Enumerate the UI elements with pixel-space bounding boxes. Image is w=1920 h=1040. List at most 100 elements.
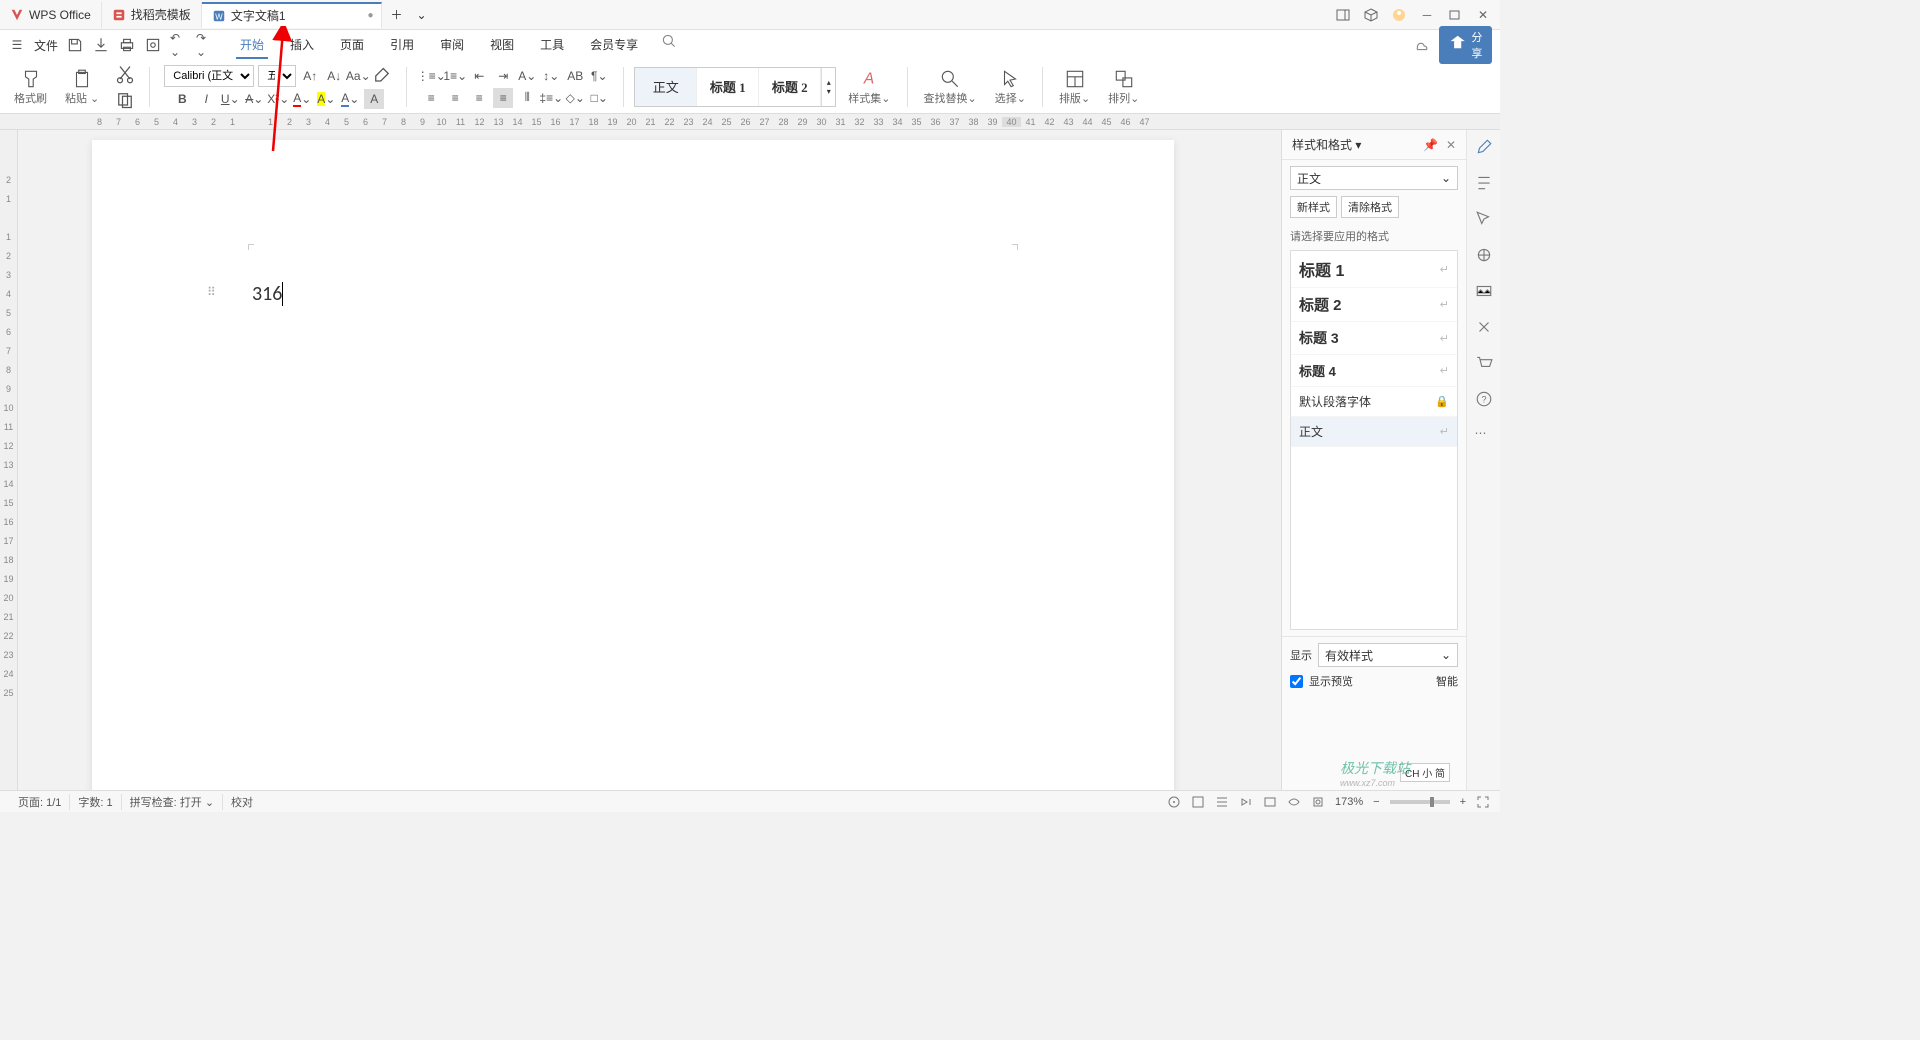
increase-indent-icon[interactable]: ⇥ bbox=[493, 66, 513, 86]
horizontal-ruler[interactable]: 8765432112345678910111213141516171819202… bbox=[0, 114, 1500, 130]
zoom-level[interactable]: 173% bbox=[1335, 796, 1363, 808]
style-h1[interactable]: 标题 1 bbox=[697, 68, 759, 106]
bold-icon[interactable]: B bbox=[172, 89, 192, 109]
minimize-icon[interactable]: ─ bbox=[1420, 8, 1434, 22]
style-list-item-font[interactable]: 默认段落字体🔒 bbox=[1291, 387, 1457, 417]
search-icon[interactable] bbox=[660, 32, 678, 50]
show-marks-icon[interactable]: ¶⌄ bbox=[589, 66, 609, 86]
style-list-item-h3[interactable]: 标题 3↵ bbox=[1291, 322, 1457, 355]
close-icon[interactable]: ✕ bbox=[1476, 8, 1490, 22]
document-canvas[interactable]: ⠿ 316 bbox=[18, 130, 1281, 796]
help-icon[interactable]: ? bbox=[1475, 390, 1493, 408]
document-text[interactable]: 316 bbox=[252, 282, 283, 306]
sort-icon[interactable]: ↕⌄ bbox=[541, 66, 561, 86]
fullscreen-icon[interactable] bbox=[1476, 795, 1490, 809]
file-menu[interactable]: 文件 bbox=[34, 37, 58, 54]
style-normal[interactable]: 正文 bbox=[635, 68, 697, 106]
align-left-icon[interactable]: ≡ bbox=[421, 88, 441, 108]
menu-tab-start[interactable]: 开始 bbox=[236, 32, 268, 59]
status-words[interactable]: 字数: 1 bbox=[70, 794, 121, 810]
status-proof[interactable]: 校对 bbox=[223, 794, 261, 810]
menu-tab-ref[interactable]: 引用 bbox=[386, 32, 418, 59]
shrink-font-icon[interactable]: A↓ bbox=[324, 66, 344, 86]
redo-icon[interactable]: ↷ ⌄ bbox=[196, 36, 214, 54]
highlight-icon[interactable]: A⌄ bbox=[316, 89, 336, 109]
reading-icon[interactable] bbox=[1239, 795, 1253, 809]
export-icon[interactable] bbox=[92, 36, 110, 54]
tab-menu-button[interactable]: ⌄ bbox=[412, 2, 432, 28]
tools-icon[interactable] bbox=[1475, 318, 1493, 336]
fit-page-icon[interactable] bbox=[1311, 795, 1325, 809]
show-filter-select[interactable]: 有效样式⌄ bbox=[1318, 643, 1458, 667]
fill-color-icon[interactable]: ◇⌄ bbox=[565, 88, 585, 108]
shading-icon[interactable]: A⌄ bbox=[340, 89, 360, 109]
styles-pane-icon[interactable] bbox=[1475, 174, 1493, 192]
zoom-slider[interactable] bbox=[1390, 800, 1450, 804]
superscript-icon[interactable]: X²⌄ bbox=[268, 89, 288, 109]
style-list-item-h1[interactable]: 标题 1↵ bbox=[1291, 251, 1457, 288]
align-center-icon[interactable]: ≡ bbox=[445, 88, 465, 108]
tab-document[interactable]: W 文字文稿1 ● bbox=[202, 2, 382, 28]
zoom-in-icon[interactable]: + bbox=[1460, 796, 1466, 808]
nav-icon[interactable] bbox=[1475, 246, 1493, 264]
char-shading-icon[interactable]: A bbox=[364, 89, 384, 109]
current-style-select[interactable]: 正文⌄ bbox=[1290, 166, 1458, 190]
edit-icon[interactable] bbox=[1475, 138, 1493, 156]
menu-tab-member[interactable]: 会员专享 bbox=[586, 32, 642, 59]
style-list-item-normal[interactable]: 正文↵ bbox=[1291, 417, 1457, 447]
user-avatar-icon[interactable] bbox=[1392, 8, 1406, 22]
format-painter-button[interactable]: 格式刷 bbox=[8, 68, 53, 106]
tab-wps-office[interactable]: WPS Office bbox=[0, 2, 102, 28]
paste-button[interactable]: 粘贴 ⌄ bbox=[59, 68, 105, 106]
maximize-icon[interactable] bbox=[1448, 8, 1462, 22]
smart-button[interactable]: 智能 bbox=[1436, 673, 1458, 689]
clear-format-icon[interactable] bbox=[372, 66, 392, 86]
layout-button[interactable]: 排版⌄ bbox=[1053, 68, 1096, 106]
gallery-icon[interactable] bbox=[1475, 282, 1493, 300]
decrease-indent-icon[interactable]: ⇤ bbox=[469, 66, 489, 86]
text-effects-icon[interactable]: A⌄ bbox=[517, 66, 537, 86]
menu-tab-view[interactable]: 视图 bbox=[486, 32, 518, 59]
print-layout-icon[interactable] bbox=[1191, 795, 1205, 809]
align-justify-icon[interactable]: ≡ bbox=[493, 88, 513, 108]
distribute-icon[interactable]: ⫴ bbox=[517, 88, 537, 108]
styles-up-icon[interactable]: ▴ bbox=[822, 78, 835, 87]
font-color-icon[interactable]: A⌄ bbox=[292, 89, 312, 109]
menu-tab-review[interactable]: 审阅 bbox=[436, 32, 468, 59]
tab-template[interactable]: 找稻壳模板 bbox=[102, 2, 202, 28]
save-icon[interactable] bbox=[66, 36, 84, 54]
preview-checkbox[interactable] bbox=[1290, 675, 1303, 688]
print-preview-icon[interactable] bbox=[144, 36, 162, 54]
outline-icon[interactable] bbox=[1215, 795, 1229, 809]
styles-down-icon[interactable]: ▾ bbox=[822, 87, 835, 96]
menu-tab-tool[interactable]: 工具 bbox=[536, 32, 568, 59]
cloud-icon[interactable] bbox=[1413, 36, 1431, 54]
underline-icon[interactable]: U⌄ bbox=[220, 89, 240, 109]
italic-icon[interactable]: I bbox=[196, 89, 216, 109]
document-page[interactable]: ⠿ 316 bbox=[92, 140, 1174, 796]
grow-font-icon[interactable]: A↑ bbox=[300, 66, 320, 86]
focus-mode-icon[interactable] bbox=[1167, 795, 1181, 809]
number-list-icon[interactable]: 1≡⌄ bbox=[445, 66, 465, 86]
bullet-list-icon[interactable]: ⋮≡⌄ bbox=[421, 66, 441, 86]
change-case-icon[interactable]: Aa⌄ bbox=[348, 66, 368, 86]
new-tab-button[interactable]: ＋ bbox=[382, 2, 412, 28]
strike-icon[interactable]: A⌄ bbox=[244, 89, 264, 109]
line-spacing-icon[interactable]: ‡≡⌄ bbox=[541, 88, 561, 108]
cube-icon[interactable] bbox=[1364, 8, 1378, 22]
sidebar-icon[interactable] bbox=[1336, 8, 1350, 22]
pin-icon[interactable]: 📌 bbox=[1423, 138, 1438, 152]
cart-icon[interactable] bbox=[1475, 354, 1493, 372]
align-right-icon[interactable]: ≡ bbox=[469, 88, 489, 108]
clear-format-button[interactable]: 清除格式 bbox=[1341, 196, 1399, 218]
status-spell[interactable]: 拼写检查: 打开 ⌄ bbox=[122, 794, 223, 810]
undo-icon[interactable]: ↶ ⌄ bbox=[170, 36, 188, 54]
new-style-button[interactable]: 新样式 bbox=[1290, 196, 1337, 218]
zoom-out-icon[interactable]: − bbox=[1373, 796, 1379, 808]
print-icon[interactable] bbox=[118, 36, 136, 54]
font-name-select[interactable]: Calibri (正文) bbox=[164, 65, 254, 87]
status-page[interactable]: 页面: 1/1 bbox=[10, 794, 70, 810]
style-h2[interactable]: 标题 2 bbox=[759, 68, 821, 106]
asian-layout-icon[interactable]: AB bbox=[565, 66, 585, 86]
more-icon[interactable]: ⋯ bbox=[1475, 426, 1493, 444]
